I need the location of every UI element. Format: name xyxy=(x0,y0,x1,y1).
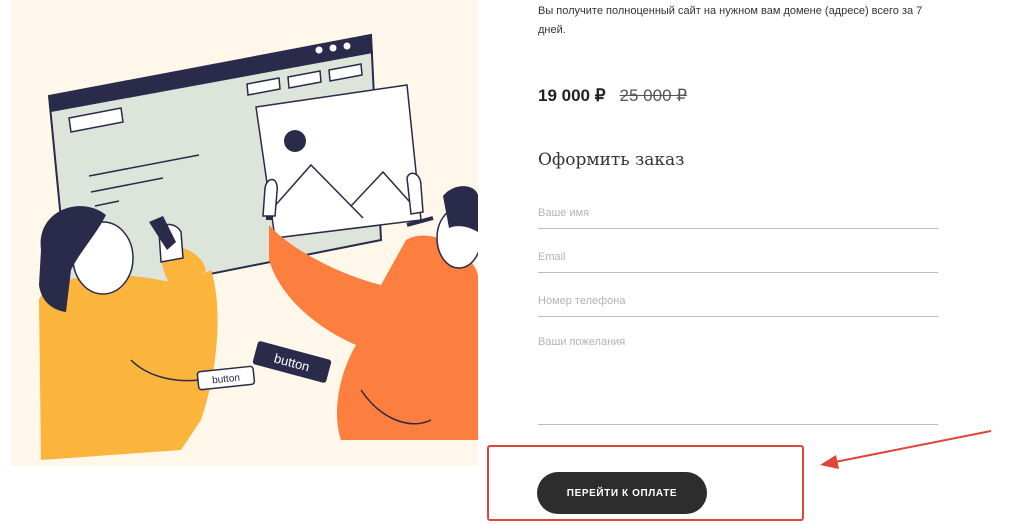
dark-button-graphic: button xyxy=(252,341,332,383)
price-old: 25 000 ₽ xyxy=(619,86,688,105)
web-design-illustration: button button xyxy=(39,33,478,460)
phone-input[interactable] xyxy=(538,285,938,317)
price-current: 19 000 ₽ xyxy=(538,86,606,105)
order-form-title: Оформить заказ xyxy=(538,150,685,170)
name-input[interactable] xyxy=(538,198,938,229)
hero-illustration: button button xyxy=(11,0,478,466)
image-card-graphic xyxy=(255,84,422,239)
arrow-icon xyxy=(820,430,992,469)
price-row: 19 000 ₽ 25 000 ₽ xyxy=(538,86,687,106)
wishes-textarea[interactable] xyxy=(538,330,938,425)
email-input[interactable] xyxy=(538,241,938,273)
go-to-payment-button[interactable]: ПЕРЕЙТИ К ОПЛАТЕ xyxy=(537,472,707,514)
product-description: Вы получите полноценный сайт на нужном в… xyxy=(538,5,923,36)
